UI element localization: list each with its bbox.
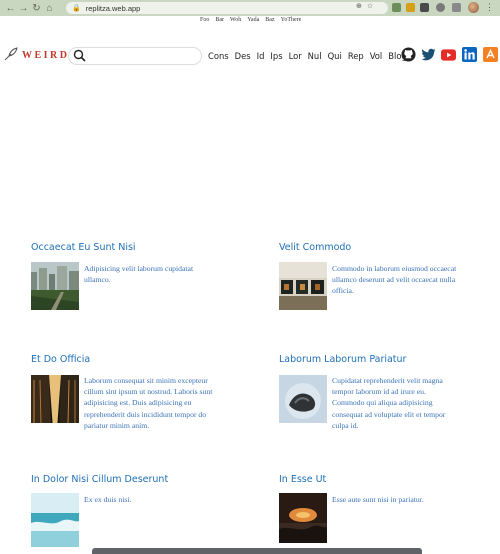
address-bar[interactable]: 🔒 replitza.web.app [66,2,388,14]
extension-icon[interactable] [406,3,415,12]
search-input[interactable] [68,47,202,65]
main-nav: Cons Des Id Ips Lor Nul Qui Rep Vol Blog [208,51,407,61]
card-text-line: culpa id. [332,420,359,430]
card-description: Laborum consequat sit minim excepteur ci… [84,375,212,431]
card-text-line: Laborum consequat sit minim excepteur [84,376,208,385]
card-title[interactable]: In Dolor Nisi Cillum Deserunt [31,474,168,485]
card-thumbnail[interactable] [279,262,327,310]
star-icon[interactable]: ☆ [367,2,373,10]
nav-item-qui[interactable]: Qui [328,51,342,61]
youtube-icon[interactable] [441,47,456,62]
card-text-line: Commodo in laborum eiusmod occaecat [332,264,457,273]
top-link[interactable]: Foo [200,17,209,23]
card-title[interactable]: In Esse Ut [279,474,326,485]
linkedin-icon[interactable] [462,47,477,62]
card-text-line: Cupidatat reprehenderit velit magna [332,376,443,385]
card-title[interactable]: Occaecat Eu Sunt Nisi [31,242,136,253]
card-thumbnail[interactable] [279,493,327,543]
card-text-line: adipisicing est. Duis adipisicing eu [84,398,192,408]
taskbar-dock [92,548,422,554]
top-link[interactable]: Woh [230,17,241,23]
nav-item-cons[interactable]: Cons [208,51,229,61]
card-text-line: reprehenderit duis incididunt tempor do [84,409,207,419]
url-text: replitza.web.app [85,3,141,13]
nav-item-lor[interactable]: Lor [289,51,302,61]
card-description: Adipisicing velit laborum cupidatat ulla… [84,263,193,285]
card-title[interactable]: Et Do Officia [31,354,90,365]
card-text-line: consequat ad voluptate elit et tempor [332,409,446,419]
card-description: Commodo in laborum eiusmod occaecat ulla… [332,263,456,297]
twitter-icon[interactable] [421,47,436,62]
card-text-line: tempor laborum id ad irure eu. [332,387,426,397]
home-icon[interactable]: ⌂ [43,2,56,15]
nav-item-vol[interactable]: Vol [370,51,383,61]
nav-item-id[interactable]: Id [257,51,265,61]
lock-icon: 🔒 [72,5,81,12]
card-description: Esse aute sunt nisi in pariatur. [332,494,424,505]
card-text-line: Esse aute sunt nisi in pariatur. [332,495,424,504]
card-text-line: cillum sint ipsum ut nostrud. Laboris su… [84,387,213,397]
site-logo[interactable]: WEIRD [22,50,70,61]
top-link[interactable]: Bar [215,17,224,23]
card-thumbnail[interactable] [31,493,79,547]
search-icon[interactable] [73,49,86,62]
reload-icon[interactable]: ↻ [30,2,43,15]
card-description: Ex ex duis nisi. [84,494,131,505]
share-icon[interactable]: ⊕ [356,2,362,10]
extension-icon[interactable] [392,3,401,12]
stackoverflow-icon[interactable] [483,47,498,62]
nav-item-ips[interactable]: Ips [270,51,282,61]
top-link[interactable]: YoThere [281,17,302,23]
arrow-left-icon[interactable]: ← [4,2,17,15]
kebab-menu-icon[interactable]: ⋮ [485,2,494,13]
card-thumbnail[interactable] [31,262,79,310]
github-icon[interactable] [401,47,416,62]
top-links: Foo Bar Woh Yada Baz YoThere [200,17,301,23]
card-thumbnail[interactable] [31,375,79,423]
puzzle-icon[interactable] [436,3,445,12]
card-text-line: pariatur minim anim. [84,420,150,430]
arrow-right-icon[interactable]: → [17,2,30,15]
sidebar-icon[interactable] [452,3,461,12]
card-thumbnail[interactable] [279,375,327,423]
card-text-line: Ex ex duis nisi. [84,495,132,504]
quill-icon [4,47,18,61]
card-text-line: officia. [332,286,354,296]
card-description: Cupidatat reprehenderit velit magna temp… [332,375,445,431]
nav-item-rep[interactable]: Rep [348,51,364,61]
card-text-line: Adipisicing velit laborum cupidatat [84,264,194,273]
top-link[interactable]: Yada [247,17,259,23]
extension-icon[interactable] [420,3,429,12]
top-link[interactable]: Baz [265,17,274,23]
card-title[interactable]: Laborum Laborum Pariatur [279,354,406,365]
card-text-line: ullamco. [84,275,111,285]
nav-item-nul[interactable]: Nul [308,51,322,61]
card-text-line: ullamco deserunt ad velit occaecat nulla [332,275,456,285]
card-title[interactable]: Velit Commodo [279,242,351,253]
nav-item-des[interactable]: Des [235,51,251,61]
card-text-line: Commodo qui aliqua adipisicing [332,398,433,408]
avatar[interactable] [468,2,479,13]
address-bar-actions: ⊕ ☆ [356,2,373,10]
